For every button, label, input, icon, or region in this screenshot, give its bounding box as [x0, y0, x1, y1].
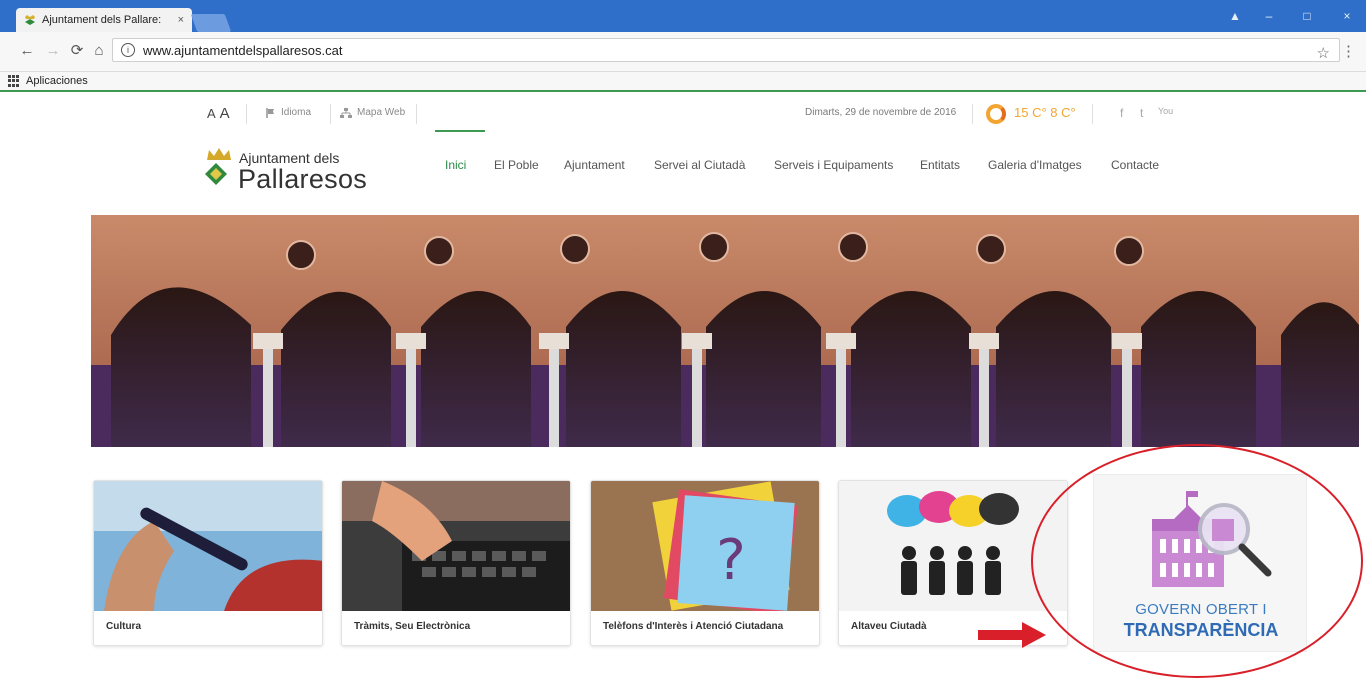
- tab-title: Ajuntament dels Pallare:: [42, 14, 162, 26]
- website: AA Idioma Mapa Web Dimarts, 29 de novemb…: [0, 94, 1366, 685]
- forward-arrow-icon[interactable]: →: [44, 42, 62, 60]
- card-cultura[interactable]: Cultura: [93, 480, 323, 646]
- twitter-icon[interactable]: t: [1140, 106, 1143, 120]
- language-label: Idioma: [281, 107, 312, 118]
- nav-item-entitats[interactable]: Entitats: [920, 158, 960, 172]
- arches-illustration: [91, 215, 1359, 447]
- apps-grid-icon[interactable]: [8, 75, 20, 87]
- address-url: www.ajuntamentdelspallaresos.cat: [143, 42, 343, 58]
- back-arrow-icon[interactable]: ←: [18, 42, 36, 60]
- card-label: Tràmits, Seu Electrònica: [354, 621, 471, 632]
- nav-item-contacte[interactable]: Contacte: [1111, 158, 1159, 172]
- browser-toolbar: ← → ⟳ ⌂ i www.ajuntamentdelspallaresos.c…: [0, 32, 1366, 72]
- sitemap-icon: [340, 107, 352, 118]
- card-tramits[interactable]: Tràmits, Seu Electrònica: [341, 480, 571, 646]
- apps-bookmark[interactable]: Aplicaciones: [26, 75, 88, 87]
- home-icon[interactable]: ⌂: [90, 42, 108, 60]
- font-decrease-button[interactable]: A: [207, 106, 216, 121]
- maximize-button[interactable]: □: [1294, 6, 1320, 26]
- reload-icon[interactable]: ⟳: [68, 42, 86, 60]
- site-header: Ajuntament dels Pallaresos Inici El Pobl…: [0, 130, 1366, 206]
- font-increase-button[interactable]: A: [220, 105, 230, 122]
- nav-item-serveis-equipaments[interactable]: Serveis i Equipaments: [774, 158, 893, 172]
- minimize-button[interactable]: –: [1256, 6, 1282, 26]
- screenshot-root: Ajuntament dels Pallare: × ▲ – □ × ← → ⟳…: [0, 0, 1366, 685]
- flag-icon: [266, 107, 274, 118]
- favicon-icon: [25, 15, 35, 25]
- red-highlight-circle: [1031, 444, 1363, 678]
- divider: [416, 104, 417, 124]
- divider: [330, 104, 331, 124]
- tab-close-icon[interactable]: ×: [178, 14, 184, 26]
- youtube-icon[interactable]: You: [1158, 106, 1173, 116]
- current-date: Dimarts, 29 de novembre de 2016: [805, 107, 957, 118]
- logo-line2[interactable]: Pallaresos: [238, 164, 367, 195]
- nav-item-el-poble[interactable]: El Poble: [494, 158, 539, 172]
- nav-item-ajuntament[interactable]: Ajuntament: [564, 158, 625, 172]
- logo-shield-icon[interactable]: [204, 162, 228, 186]
- weather-icon: [986, 104, 1006, 124]
- browser-tab[interactable]: Ajuntament dels Pallare: ×: [16, 8, 192, 32]
- kebab-menu-icon[interactable]: ⋮: [1341, 42, 1356, 60]
- font-size-controls: AA: [207, 105, 230, 122]
- card-telefons[interactable]: ? Telèfons d'Interès i Atenció Ciutadana: [590, 480, 820, 646]
- nav-item-servei-ciutada[interactable]: Servei al Ciutadà: [654, 158, 745, 172]
- close-window-button[interactable]: ×: [1334, 6, 1360, 26]
- nav-item-galeria[interactable]: Galeria d'Imatges: [988, 158, 1082, 172]
- card-image-cultura: [94, 481, 322, 611]
- site-map-link[interactable]: Mapa Web: [340, 107, 405, 118]
- facebook-icon[interactable]: f: [1120, 106, 1123, 120]
- temperature: 15 C° 8 C°: [1014, 105, 1076, 120]
- language-link[interactable]: Idioma: [266, 107, 311, 118]
- browser-tab-bar: Ajuntament dels Pallare: × ▲ – □ ×: [0, 0, 1366, 32]
- card-image-question: ?: [591, 481, 819, 611]
- card-label: Telèfons d'Interès i Atenció Ciutadana: [603, 621, 784, 632]
- site-map-label: Mapa Web: [357, 107, 406, 118]
- user-icon[interactable]: ▲: [1222, 6, 1248, 26]
- hero-image: [91, 215, 1359, 447]
- address-bar[interactable]: i www.ajuntamentdelspallaresos.cat: [112, 38, 1340, 62]
- logo-crown-icon: [207, 148, 231, 160]
- divider: [246, 104, 247, 124]
- divider: [1092, 104, 1093, 124]
- card-label: Altaveu Ciutadà: [851, 621, 927, 632]
- nav-item-inici[interactable]: Inici: [445, 158, 466, 172]
- info-icon[interactable]: i: [121, 43, 135, 57]
- bookmarks-bar: Aplicaciones: [0, 72, 1366, 92]
- star-icon[interactable]: ☆: [1317, 44, 1330, 62]
- card-image-keyboard: [342, 481, 570, 611]
- red-arrow-icon: [978, 622, 1046, 648]
- active-menu-indicator: [435, 130, 485, 132]
- utility-bar: AA Idioma Mapa Web Dimarts, 29 de novemb…: [0, 94, 1366, 134]
- new-tab-button[interactable]: [190, 14, 232, 32]
- card-label: Cultura: [106, 621, 141, 632]
- svg-text:?: ?: [716, 528, 746, 593]
- divider: [972, 104, 973, 124]
